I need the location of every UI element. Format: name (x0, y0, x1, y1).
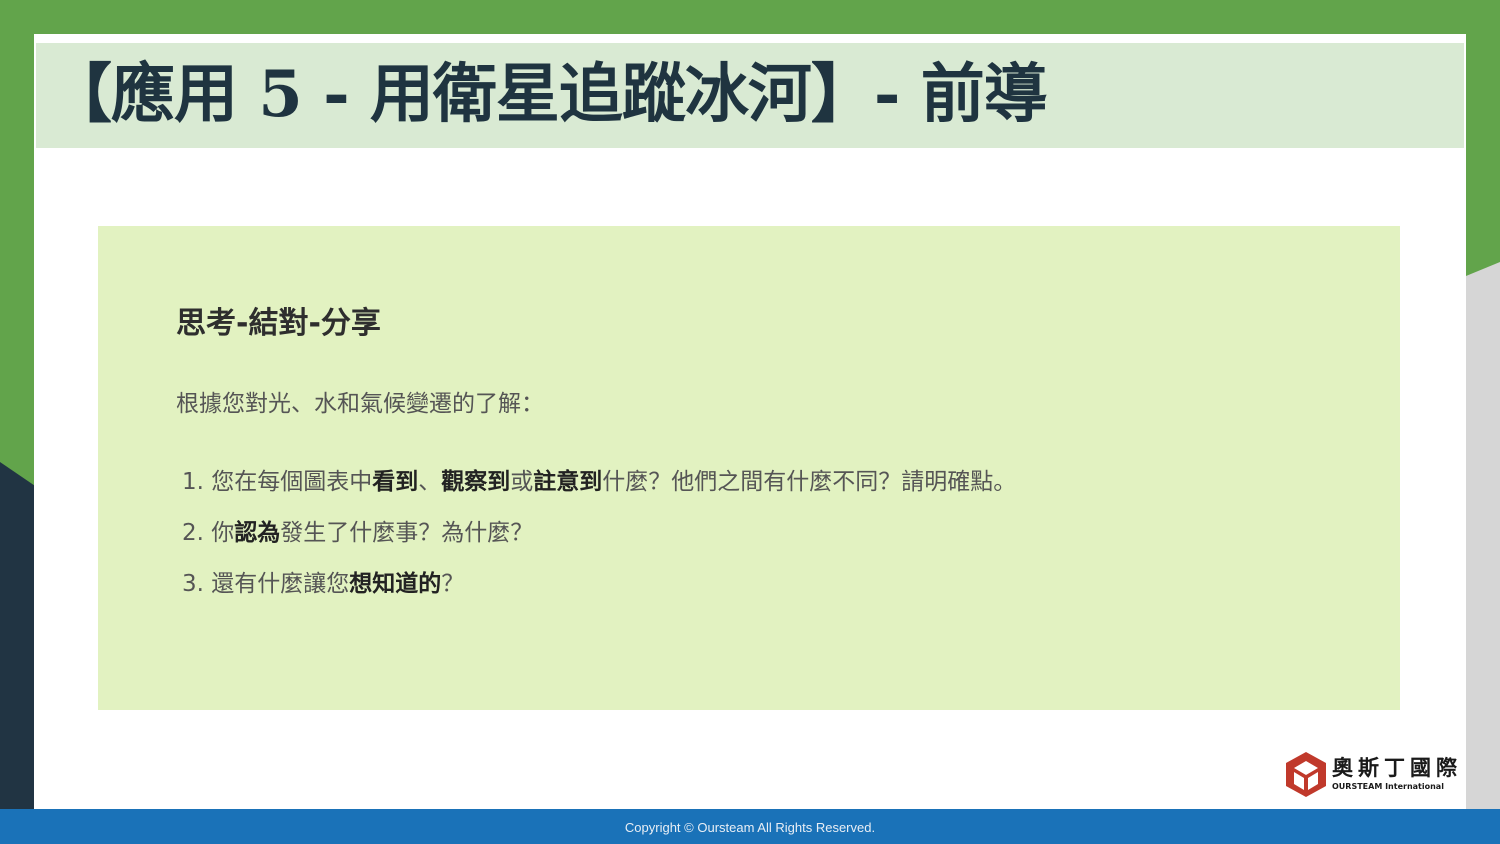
emphasis-text: 註意到 (533, 469, 603, 495)
content-panel: 思考-結對-分享 根據您對光、水和氣候變遷的了解： 1. 您在每個圖表中看到、觀… (98, 226, 1400, 710)
copyright-text: Copyright © Oursteam All Rights Reserved… (624, 820, 876, 835)
question-number: 3. (182, 571, 204, 597)
panel-heading: 思考-結對-分享 (176, 306, 381, 341)
title-bar: 【應用 5 - 用衛星追蹤冰河】- 前導 (36, 43, 1464, 148)
question-item: 3. 還有什麼讓您想知道的？ (182, 571, 465, 597)
emphasis-text: 想知道的 (349, 571, 442, 597)
cube-logo-icon (1286, 752, 1326, 797)
footer-bar: Copyright © Oursteam All Rights Reserved… (0, 809, 1500, 844)
logo-name: 奧斯丁國際 (1332, 756, 1462, 780)
grey-side-shape (1466, 262, 1500, 844)
question-item: 2. 你認為發生了什麼事？為什麼？ (182, 520, 534, 546)
page-title: 【應用 5 - 用衛星追蹤冰河】- 前導 (48, 57, 1048, 132)
question-item: 1. 您在每個圖表中看到、觀察到或註意到什麼？他們之間有什麼不同？請明確點。 (182, 469, 1017, 495)
panel-intro: 根據您對光、水和氣候變遷的了解： (176, 391, 544, 417)
emphasis-text: 觀察到 (441, 469, 511, 495)
slide: 【應用 5 - 用衛星追蹤冰河】- 前導 思考-結對-分享 根據您對光、水和氣候… (34, 34, 1466, 810)
question-list: 1. 您在每個圖表中看到、觀察到或註意到什麼？他們之間有什麼不同？請明確點。 2… (182, 462, 1016, 615)
company-logo: 奧斯丁國際 OURSTEAM International (1284, 750, 1460, 798)
emphasis-text: 認為 (234, 520, 281, 546)
question-number: 1. (182, 469, 204, 495)
question-number: 2. (182, 520, 204, 546)
emphasis-text: 看到 (372, 469, 419, 495)
logo-subtitle: OURSTEAM International (1332, 782, 1444, 791)
